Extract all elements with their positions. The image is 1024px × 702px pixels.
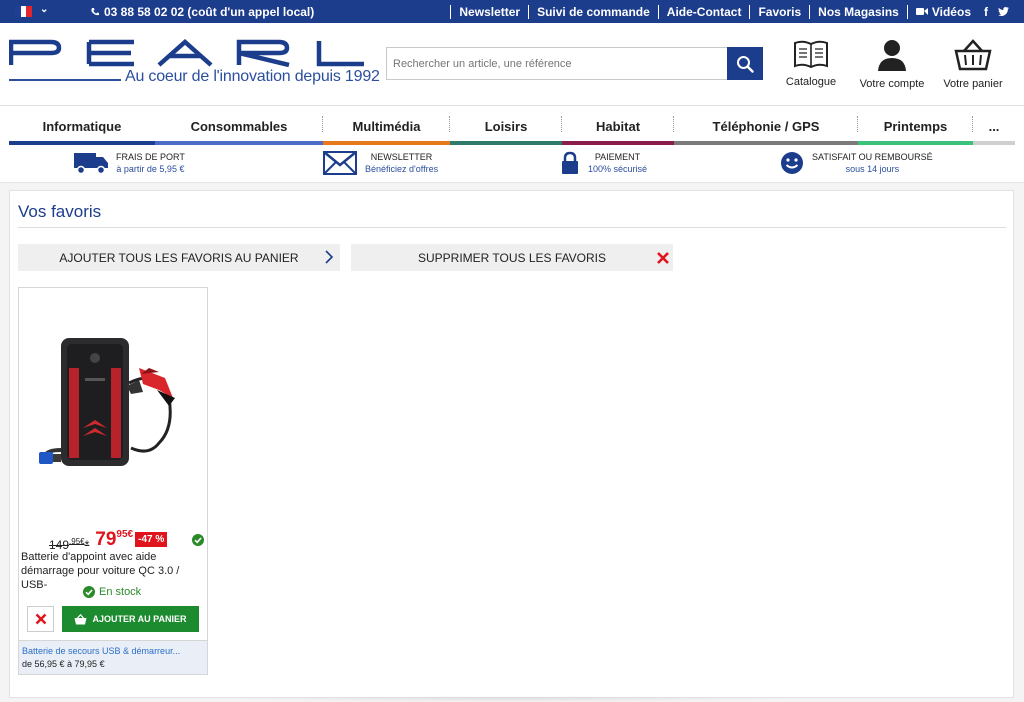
perk-title: FRAIS DE PORT [116,152,185,162]
discount-badge: -47 % [135,532,168,547]
category-informatique[interactable]: Informatique [9,106,155,146]
account-link[interactable]: Votre compte [857,39,927,90]
pearl-wordmark [9,39,364,67]
link-nos-magasins[interactable]: Nos Magasins [809,4,907,19]
product-family-link[interactable]: Batterie de secours USB & démarreur... [22,645,204,658]
stock-label: En stock [99,586,142,598]
cart-label: Votre panier [943,78,1003,90]
perk-newsletter[interactable]: NEWSLETTER Bénéficiez d'offres [323,151,438,175]
category-loisirs[interactable]: Loisirs [450,106,562,146]
videos-label: Vidéos [931,4,971,19]
category-label: Printemps [883,118,948,134]
phone-number: 03 88 58 02 02 (coût d'un appel local) [90,5,314,19]
category-printemps[interactable]: Printemps [858,106,973,146]
perk-shipping[interactable]: FRAIS DE PORT à partir de 5,95 € [74,151,185,175]
search-box [386,47,763,80]
twitter-icon[interactable] [993,7,1014,16]
logo-tagline-rule [9,79,121,81]
category-label: Loisirs [484,118,528,134]
chevron-right-icon [325,250,334,264]
old-price-dec: ,95€ [69,537,85,546]
check-circle-icon [192,534,204,546]
search-icon [737,55,754,73]
account-label: Votre compte [859,78,925,90]
favorites-panel: Vos favoris AJOUTER TOUS LES FAVORIS AU … [9,190,1014,698]
pearl-logo[interactable]: Au coeur de l'innovation depuis 1992 [9,39,380,89]
bottom-shadow [210,696,810,702]
perks-bar: FRAIS DE PORT à partir de 5,95 € NEWSLETT… [0,145,1024,183]
phone-icon [91,8,99,16]
add-all-to-cart-button[interactable]: AJOUTER TOUS LES FAVORIS AU PANIER [18,244,340,271]
perk-title: NEWSLETTER [370,152,433,162]
category-label: Multimédia [352,118,421,134]
close-icon [35,613,46,625]
remove-favorite-button[interactable] [27,606,54,632]
envelope-icon [323,151,357,175]
logo-tagline: Au coeur de l'innovation depuis 1992 [125,68,380,85]
link-newsletter[interactable]: Newsletter [450,4,528,19]
catalogue-label: Catalogue [785,76,837,88]
category-more[interactable]: ... [973,106,1015,146]
france-flag-icon[interactable] [15,6,33,17]
category-habitat[interactable]: Habitat [562,106,674,146]
category-label: ... [988,118,1000,134]
new-price-dec: 95€ [116,529,134,540]
basket-icon [74,613,87,624]
padlock-icon [562,151,578,174]
top-links: Newsletter Suivi de commande Aide-Contac… [450,0,1014,23]
category-label: Téléphonie / GPS [712,118,820,134]
perk-subtitle: 100% sécurisé [588,164,648,174]
product-image[interactable] [39,328,184,483]
price-range: de 56,95 € à 79,95 € [22,659,105,669]
title-divider [18,227,1006,228]
link-favoris[interactable]: Favoris [749,4,809,19]
product-card: 149,95€* 7995€ -47 % Batterie d'appoint … [18,287,208,675]
phone-text: 03 88 58 02 02 (coût d'un appel local) [104,5,315,19]
basket-icon [954,39,992,71]
stock-status: En stock [83,586,141,598]
check-circle-icon [83,586,95,598]
user-icon [878,40,906,71]
add-all-label: AJOUTER TOUS LES FAVORIS AU PANIER [59,250,299,265]
link-suivi-commande[interactable]: Suivi de commande [528,4,658,19]
category-label: Habitat [595,118,641,134]
price-row: 149,95€* 7995€ -47 % [49,529,168,552]
page-title: Vos favoris [18,202,102,221]
site-header: Au coeur de l'innovation depuis 1992 Cat… [0,23,1024,105]
add-to-cart-button[interactable]: AJOUTER AU PANIER [62,606,199,632]
perk-title: PAIEMENT [594,152,641,162]
perk-subtitle: à partir de 5,95 € [116,164,185,174]
delete-all-favorites-button[interactable]: SUPPRIMER TOUS LES FAVORIS [351,244,673,271]
add-to-cart-label: AJOUTER AU PANIER [92,614,187,624]
truck-icon [74,153,108,174]
category-multimedia[interactable]: Multimédia [323,106,450,146]
category-telephonie-gps[interactable]: Téléphonie / GPS [674,106,858,146]
smiley-icon [781,152,803,174]
catalogue-link[interactable]: Catalogue [784,39,838,88]
category-consommables[interactable]: Consommables [155,106,323,146]
new-price: 7995€ [95,529,133,551]
category-nav: Informatique Consommables Multimédia Loi… [0,105,1024,146]
top-bar: ⌄ 03 88 58 02 02 (coût d'un appel local)… [0,0,1024,23]
close-icon [657,252,669,264]
category-label: Consommables [190,118,288,134]
link-aide-contact[interactable]: Aide-Contact [657,4,750,19]
category-label: Informatique [42,118,122,134]
delete-all-label: SUPPRIMER TOUS LES FAVORIS [417,250,607,265]
book-icon [794,40,828,69]
video-camera-icon [915,8,928,15]
perk-title: SATISFAIT OU REMBOURSÉ [812,152,933,162]
perk-payment[interactable]: PAIEMENT 100% sécurisé [560,151,647,175]
facebook-icon[interactable]: f [979,5,993,19]
link-videos[interactable]: Vidéos [906,4,979,19]
perk-subtitle: Bénéficiez d'offres [365,164,439,174]
new-price-int: 79 [95,529,117,550]
product-family-footer: Batterie de secours USB & démarreur... d… [19,640,207,674]
chevron-down-icon[interactable]: ⌄ [40,4,48,15]
perk-subtitle: sous 14 jours [845,164,900,174]
cart-link[interactable]: Votre panier [940,39,1006,90]
perk-satisfaction[interactable]: SATISFAIT OU REMBOURSÉ sous 14 jours [780,151,933,175]
search-input[interactable] [387,48,729,79]
search-button[interactable] [727,47,763,80]
